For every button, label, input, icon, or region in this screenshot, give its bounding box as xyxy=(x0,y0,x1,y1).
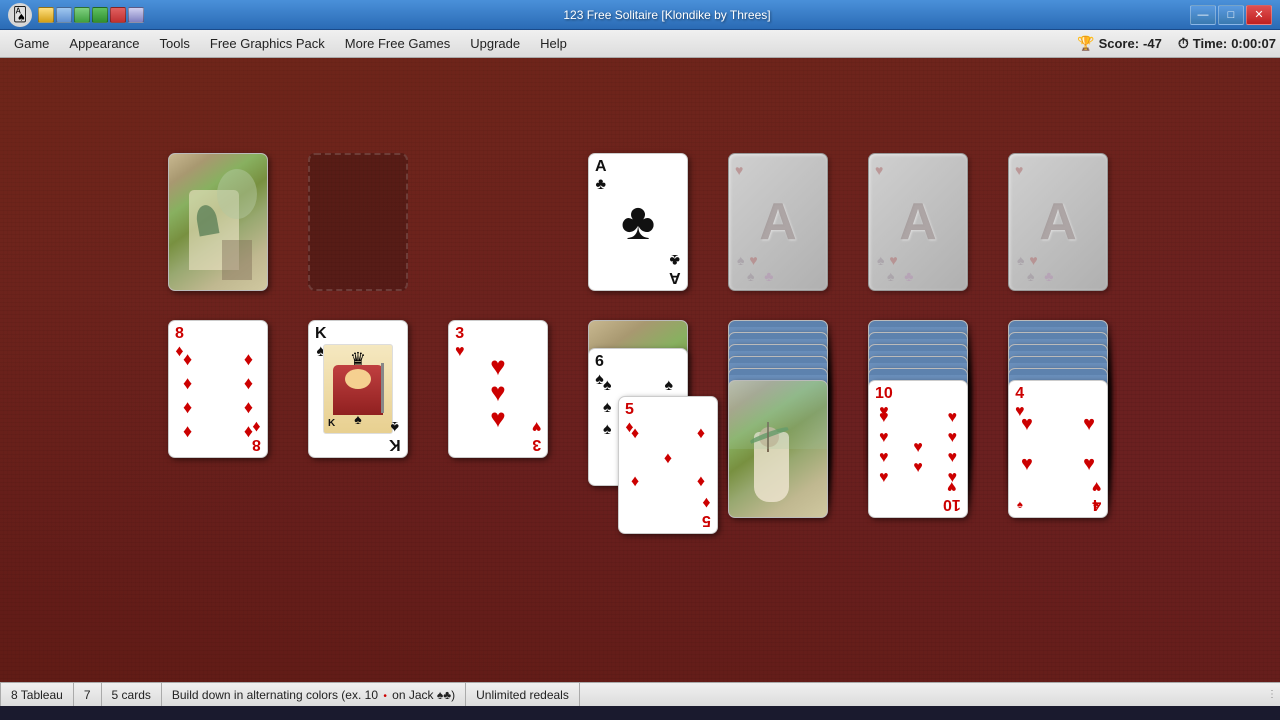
status-cards: 5 cards xyxy=(102,683,162,706)
tb-icon-close[interactable] xyxy=(110,7,126,23)
maximize-button[interactable]: □ xyxy=(1218,5,1244,25)
status-hint: Build down in alternating colors (ex. 10… xyxy=(162,683,466,706)
status-count-text: 7 xyxy=(84,688,91,702)
foundation-4[interactable]: A ♥ ♠ ♥ ♠ ♣ xyxy=(1008,153,1108,291)
tb-icon-save[interactable] xyxy=(56,7,72,23)
menu-more-games[interactable]: More Free Games xyxy=(335,32,460,55)
tb-icon-undo[interactable] xyxy=(74,7,90,23)
tb-icon-help[interactable] xyxy=(128,7,144,23)
t6-10h-br: 10♥ xyxy=(943,478,961,513)
status-bar: 8 Tableau 7 5 cards Build down in altern… xyxy=(0,682,1280,706)
f1-rank-tl: A♣ xyxy=(595,158,607,193)
menu-help[interactable]: Help xyxy=(530,32,577,55)
waste-pile[interactable] xyxy=(308,153,408,291)
t3-rank-tl: 3♥ xyxy=(455,325,465,360)
menu-game[interactable]: Game xyxy=(4,32,59,55)
minimize-button[interactable]: — xyxy=(1190,5,1216,25)
f2-letter: A xyxy=(759,192,797,252)
tableau-col6-10hearts[interactable]: 10♥ ♥ ♥ ♥ ♥ ♥ ♥ ♥ ♥ ♥ ♥ 10♥ xyxy=(868,380,968,518)
time-icon: ⏱ xyxy=(1178,35,1189,52)
menu-upgrade[interactable]: Upgrade xyxy=(460,32,530,55)
status-redeals: Unlimited redeals xyxy=(466,683,580,706)
menu-bar: Game Appearance Tools Free Graphics Pack… xyxy=(0,30,1280,58)
status-mode: 8 Tableau xyxy=(0,683,74,706)
time-label: Time: xyxy=(1193,36,1227,51)
score-value: -47 xyxy=(1143,36,1162,51)
status-count: 7 xyxy=(74,683,102,706)
tableau-col3-card1[interactable]: 3♥ ♥ ♥ ♥ 3♥ xyxy=(448,320,548,458)
menu-free-graphics[interactable]: Free Graphics Pack xyxy=(200,32,335,55)
t2-rank-br: K♠ xyxy=(389,418,401,453)
t4-5d-br: 5♦ xyxy=(702,494,711,529)
menu-appearance[interactable]: Appearance xyxy=(59,32,149,55)
foundation-2[interactable]: A ♥ ♠ ♥ ♠ ♣ xyxy=(728,153,828,291)
score-area: 🏆 Score: -47 ⏱ Time: 0:00:07 xyxy=(1077,35,1276,52)
foundation-1[interactable]: A♣ ♣ A♣ xyxy=(588,153,688,291)
t1-rank-br: 8♦ xyxy=(252,418,261,453)
tableau-col4-5diamonds[interactable]: 5♦ ♦ ♦ ♦ ♦ ♦ 5♦ xyxy=(618,396,718,534)
f1-center-suit: ♣ xyxy=(621,192,655,252)
stock-pile[interactable] xyxy=(168,153,268,291)
t3-rank-br: 3♥ xyxy=(532,418,542,453)
tb-icon-redo[interactable] xyxy=(92,7,108,23)
window-title: 123 Free Solitaire [Klondike by Threes] xyxy=(563,8,770,22)
tableau-col7-4hearts[interactable]: 4♥ ♥ ♥ ♥ ♥ 4♥ ♠ ♠ xyxy=(1008,380,1108,518)
tb-icon-yellow[interactable] xyxy=(38,7,54,23)
f3-letter: A xyxy=(899,192,937,252)
status-hint-text: Build down in alternating colors (ex. 10… xyxy=(172,688,455,702)
tableau-col2-card1[interactable]: K♠ ♛ ♠ K K♠ xyxy=(308,320,408,458)
game-table[interactable]: A♣ ♣ A♣ A ♥ ♠ ♥ ♠ ♣ A ♥ ♠ ♥ ♠ ♣ xyxy=(0,58,1280,706)
score-label: Score: xyxy=(1099,36,1139,51)
app-icon: 🂡 xyxy=(8,3,32,27)
status-cards-text: 5 cards xyxy=(112,688,151,702)
time-value: 0:00:07 xyxy=(1231,36,1276,51)
f4-letter: A xyxy=(1039,192,1077,252)
close-button[interactable]: ✕ xyxy=(1246,5,1272,25)
menu-tools[interactable]: Tools xyxy=(150,32,200,55)
foundation-3[interactable]: A ♥ ♠ ♥ ♠ ♣ xyxy=(868,153,968,291)
resize-handle[interactable]: ⋮ xyxy=(1264,683,1280,707)
status-redeals-text: Unlimited redeals xyxy=(476,688,569,702)
tableau-col5-top[interactable] xyxy=(728,380,828,518)
title-bar: 🂡 123 Free Solitaire [Klondike by Threes… xyxy=(0,0,1280,30)
f1-rank-br: A♣ xyxy=(669,251,681,286)
score-icon: 🏆 xyxy=(1077,35,1094,52)
tableau-col1-card1[interactable]: 8♦ ♦ ♦ ♦ ♦ ♦ ♦ ♦ ♦ 8♦ xyxy=(168,320,268,458)
status-mode-text: 8 Tableau xyxy=(11,688,63,702)
